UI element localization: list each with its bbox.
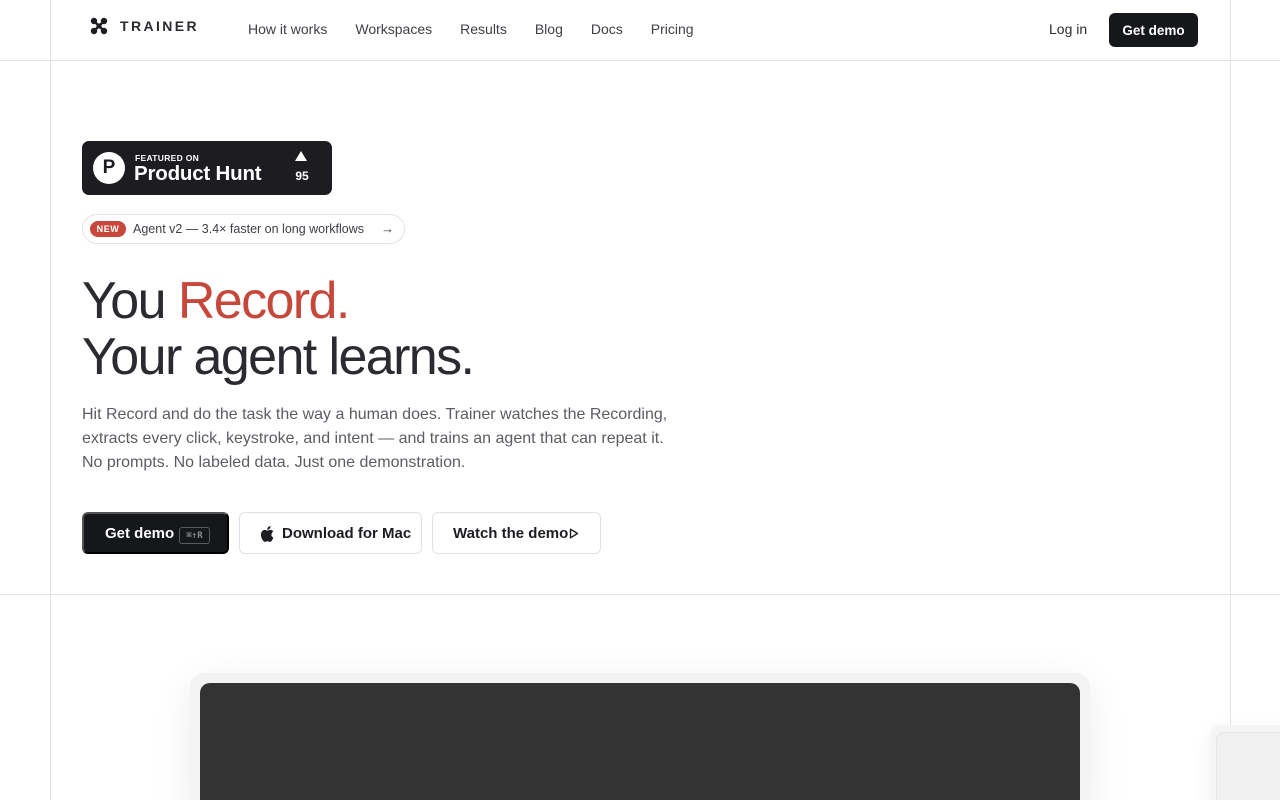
download-mac-label: Download for Mac [282, 525, 412, 542]
announcement-pill[interactable]: NEW Agent v2 — 3.4× faster on long workf… [82, 214, 405, 244]
download-mac-button[interactable]: Download for Mac [239, 512, 422, 554]
apple-icon [260, 526, 274, 542]
new-badge: NEW [90, 221, 126, 237]
keyboard-shortcut-badge: ⌘↑R [179, 527, 210, 544]
header-divider [0, 60, 1280, 61]
nav-workspaces[interactable]: Workspaces [355, 21, 432, 37]
frame-line-right [1230, 0, 1231, 800]
hero-title-line-2: Your agent learns. [82, 328, 475, 386]
nav-blog[interactable]: Blog [535, 21, 563, 37]
hero-description-line-2: extracts every click, keystroke, and int… [82, 430, 664, 447]
get-demo-button[interactable]: Get demo ⌘↑R [82, 512, 229, 554]
login-link[interactable]: Log in [1049, 21, 1087, 37]
header-get-demo-button[interactable]: Get demo [1109, 13, 1198, 47]
hero-description-line-3: No prompts. No labeled data. Just one de… [82, 454, 466, 471]
product-hunt-name: Product Hunt [134, 162, 262, 185]
arrow-right-icon: → [381, 221, 394, 236]
hero-title-line-1: You Record. [82, 272, 350, 330]
get-demo-label: Get demo [105, 524, 175, 542]
brand-logo[interactable]: TRAINER [90, 17, 199, 35]
product-hunt-logo-icon: P [93, 152, 125, 184]
hero-title-accent: Record. [177, 272, 350, 330]
announcement-text: Agent v2 — 3.4× faster on long workflows [133, 222, 365, 236]
section-divider [0, 594, 1280, 595]
side-preview-card-inner [1216, 732, 1280, 800]
nav-pricing[interactable]: Pricing [651, 21, 694, 37]
upvote-count: 95 [295, 169, 309, 183]
frame-line-left [50, 0, 51, 800]
hero-title-prefix: You [82, 272, 178, 330]
upvote-arrow-icon [295, 151, 307, 161]
trainer-logo-icon [90, 17, 108, 35]
main-nav: How it works Workspaces Results Blog Doc… [248, 21, 694, 37]
watch-demo-button[interactable]: Watch the demo [432, 512, 601, 554]
hero-description-line-1: Hit Record and do the task the way a hum… [82, 406, 668, 423]
nav-docs[interactable]: Docs [591, 21, 623, 37]
device-mockup-screen [200, 683, 1080, 800]
play-icon [569, 528, 579, 539]
product-hunt-badge[interactable]: P FEATURED ON Product Hunt [82, 141, 332, 195]
site-header: TRAINER How it works Workspaces Results … [0, 0, 1280, 60]
hero-description: Hit Record and do the task the way a hum… [82, 403, 702, 475]
brand-name: TRAINER [120, 18, 200, 34]
nav-how-it-works[interactable]: How it works [248, 21, 327, 37]
nav-results[interactable]: Results [460, 21, 507, 37]
watch-demo-label: Watch the demo [453, 525, 569, 542]
